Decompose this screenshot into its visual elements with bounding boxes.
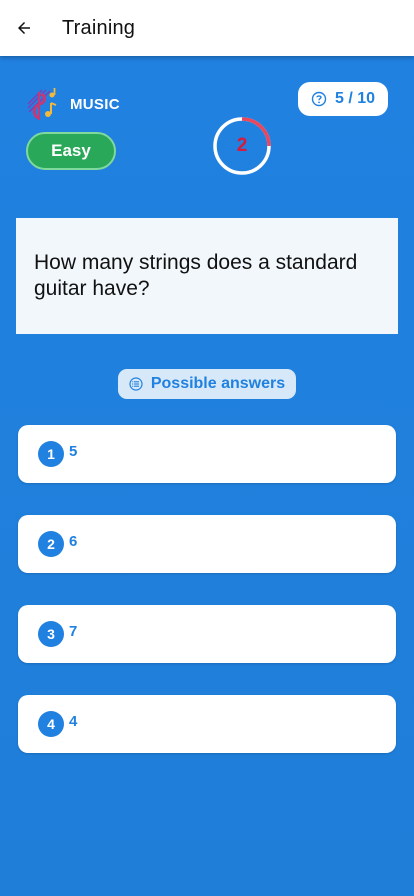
quiz-screen: MUSIC Easy 5 / 10 2 How many strings doe…: [0, 56, 414, 896]
possible-answers-label: Possible answers: [118, 369, 296, 399]
answer-text: 6: [69, 532, 78, 550]
answer-option-4[interactable]: 4 4: [18, 695, 396, 753]
difficulty-badge: Easy: [26, 132, 116, 170]
answer-number-badge: 2: [38, 531, 64, 557]
question-text: How many strings does a standard guitar …: [34, 250, 358, 300]
countdown-timer: 2: [211, 115, 273, 177]
answer-option-1[interactable]: 1 5: [18, 425, 396, 483]
app-bar: Training: [0, 0, 414, 56]
timer-value: 2: [236, 135, 248, 156]
question-card: How many strings does a standard guitar …: [16, 218, 398, 334]
answer-option-2[interactable]: 2 6: [18, 515, 396, 573]
category-header: MUSIC: [24, 86, 120, 122]
answer-number-badge: 4: [38, 711, 64, 737]
back-button[interactable]: [0, 0, 48, 56]
answer-option-3[interactable]: 3 7: [18, 605, 396, 663]
possible-answers-text: Possible answers: [150, 375, 286, 392]
music-note-icon: [27, 88, 57, 120]
answer-text: 4: [69, 712, 78, 730]
answer-number-badge: 1: [38, 441, 64, 467]
arrow-left-icon: [18, 22, 30, 34]
answer-text: 7: [69, 622, 78, 640]
page-title: Training: [62, 16, 136, 39]
answer-text: 5: [69, 442, 78, 460]
question-progress-text: 5 / 10: [334, 90, 376, 107]
category-label: MUSIC: [70, 95, 120, 113]
list-icon: [129, 377, 143, 391]
answer-number-badge: 3: [38, 621, 64, 647]
question-progress-badge: 5 / 10: [298, 82, 388, 116]
help-circle-icon: [311, 91, 327, 107]
